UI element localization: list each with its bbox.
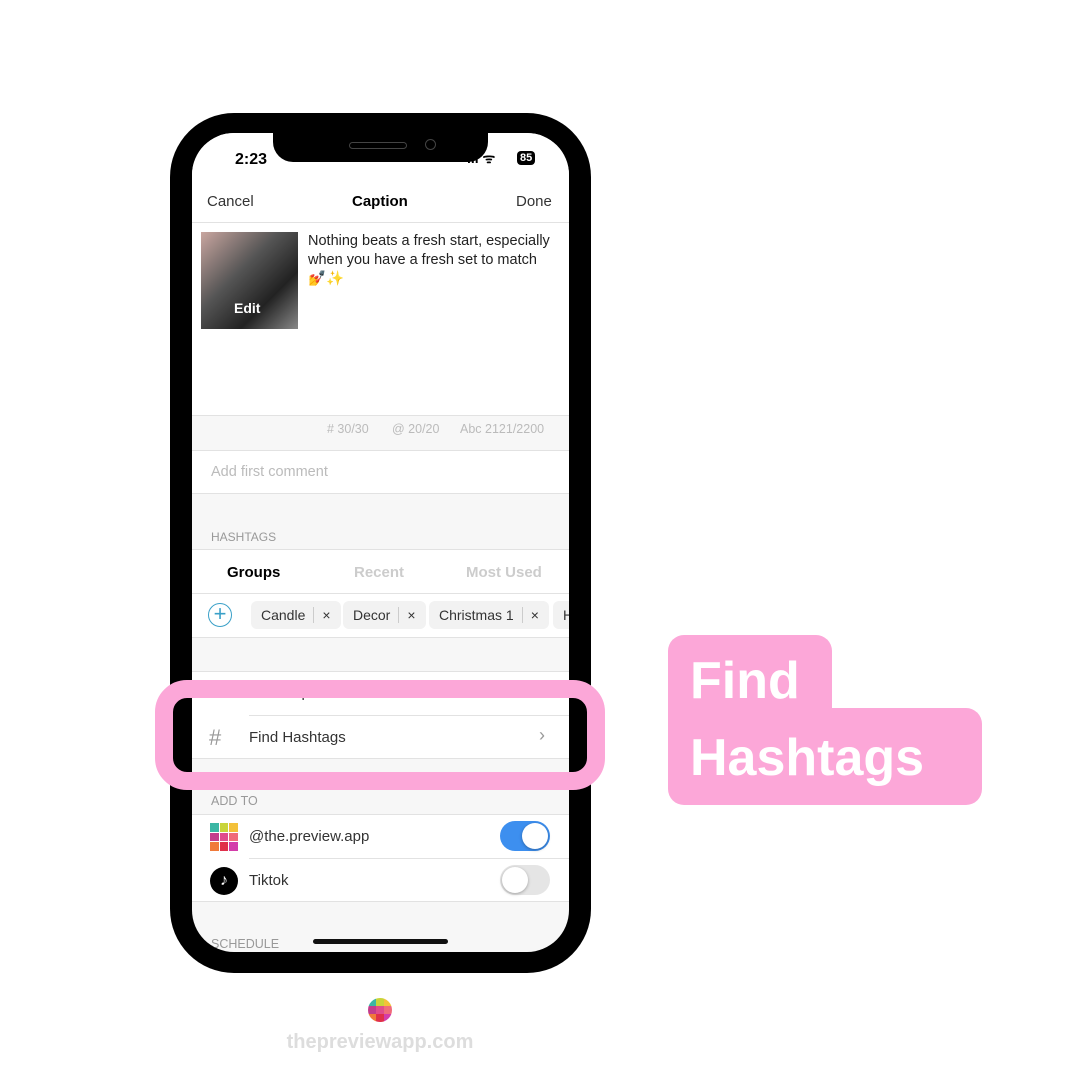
tiktok-icon: ♪ — [210, 867, 238, 895]
chip-candle[interactable]: Candle × — [251, 601, 341, 629]
callout-text-1: Find — [690, 652, 800, 710]
post-thumbnail[interactable]: Edit — [201, 232, 298, 329]
hashtag-counter: # 30/30 — [327, 422, 369, 436]
remove-icon[interactable]: × — [322, 607, 330, 623]
tab-recent[interactable]: Recent — [354, 564, 404, 581]
preview-app-icon — [210, 823, 238, 851]
footer-site: thepreviewapp.com — [286, 1031, 474, 1053]
mention-counter: @ 20/20 — [392, 422, 440, 436]
home-indicator — [313, 939, 448, 944]
chip-partial[interactable]: H — [553, 601, 569, 629]
add-to-section-label: ADD TO — [211, 794, 258, 808]
schedule-section-label: SCHEDULE — [211, 937, 280, 951]
chip-label: H — [563, 607, 569, 623]
comment-placeholder: Add first comment — [211, 464, 328, 480]
remove-icon[interactable]: × — [531, 607, 539, 623]
tab-most-used[interactable]: Most Used — [466, 564, 542, 581]
add-group-icon[interactable]: + — [208, 603, 232, 627]
brand-logo — [368, 998, 392, 1022]
preview-app-toggle[interactable] — [500, 821, 550, 851]
remove-icon[interactable]: × — [407, 607, 415, 623]
highlight-frame — [155, 680, 605, 790]
first-comment-input[interactable]: Add first comment — [192, 450, 569, 494]
tab-groups[interactable]: Groups — [227, 564, 280, 581]
cancel-button[interactable]: Cancel — [207, 193, 254, 210]
chip-christmas[interactable]: Christmas 1 × — [429, 601, 549, 629]
chip-label: Decor — [353, 607, 391, 623]
chip-label: Candle — [261, 607, 306, 623]
account-tiktok-label: Tiktok — [249, 872, 289, 889]
status-time: 2:23 — [235, 151, 268, 168]
hashtags-section-label: HASHTAGS — [211, 530, 277, 544]
callout-line2: Hashtags — [668, 708, 982, 805]
char-counter: Abc 2121/2200 — [460, 422, 545, 436]
done-button[interactable]: Done — [516, 193, 552, 210]
signal-wifi-icon: ıll ᯤ — [467, 150, 496, 166]
battery-icon: 85 — [517, 151, 536, 165]
caption-text[interactable]: Nothing beats a fresh start, especially … — [308, 232, 558, 289]
account-preview-label: @the.preview.app — [249, 828, 370, 845]
notch — [273, 133, 488, 162]
edit-label: Edit — [234, 300, 261, 316]
chip-label: Christmas 1 — [439, 607, 514, 623]
callout-line1: Find — [668, 635, 832, 715]
tiktok-toggle[interactable] — [500, 865, 550, 895]
chip-decor[interactable]: Decor × — [343, 601, 426, 629]
phone-screen: 2:23 ıll ᯤ 85 Cancel Caption Done Edit N… — [192, 133, 569, 952]
page-title: Caption — [352, 193, 408, 210]
callout-text-2: Hashtags — [690, 729, 925, 787]
